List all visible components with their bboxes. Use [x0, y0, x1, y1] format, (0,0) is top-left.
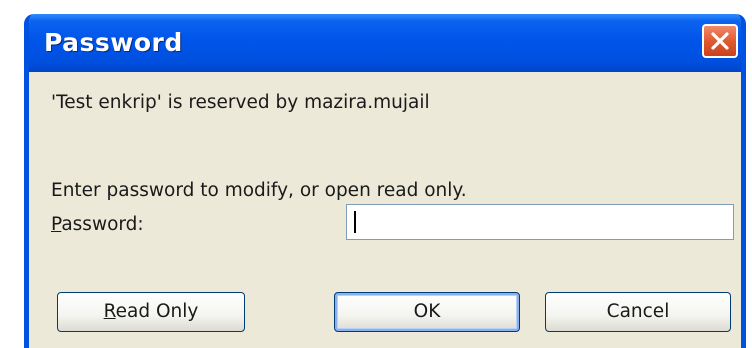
read-only-label-rest: ead Only [115, 301, 199, 322]
title-bar[interactable]: Password [29, 14, 741, 72]
cancel-button[interactable]: Cancel [545, 292, 731, 332]
password-label-rest: assword: [61, 214, 144, 235]
read-only-mnemonic: R [103, 301, 116, 322]
close-button[interactable] [702, 24, 738, 58]
dialog-title: Password [44, 28, 183, 57]
close-icon [711, 32, 729, 50]
read-only-button[interactable]: Read Only [57, 292, 245, 332]
password-input[interactable] [346, 204, 734, 240]
instruction-message: Enter password to modify, or open read o… [51, 180, 467, 201]
password-label-mnemonic: P [51, 214, 62, 235]
reserved-message: 'Test enkrip' is reserved by mazira.muja… [51, 92, 430, 113]
text-caret [354, 211, 356, 233]
password-label: Password: [51, 214, 144, 235]
password-dialog: Password 'Test enkrip' is reserved by ma… [24, 14, 746, 348]
ok-button[interactable]: OK [334, 292, 520, 332]
